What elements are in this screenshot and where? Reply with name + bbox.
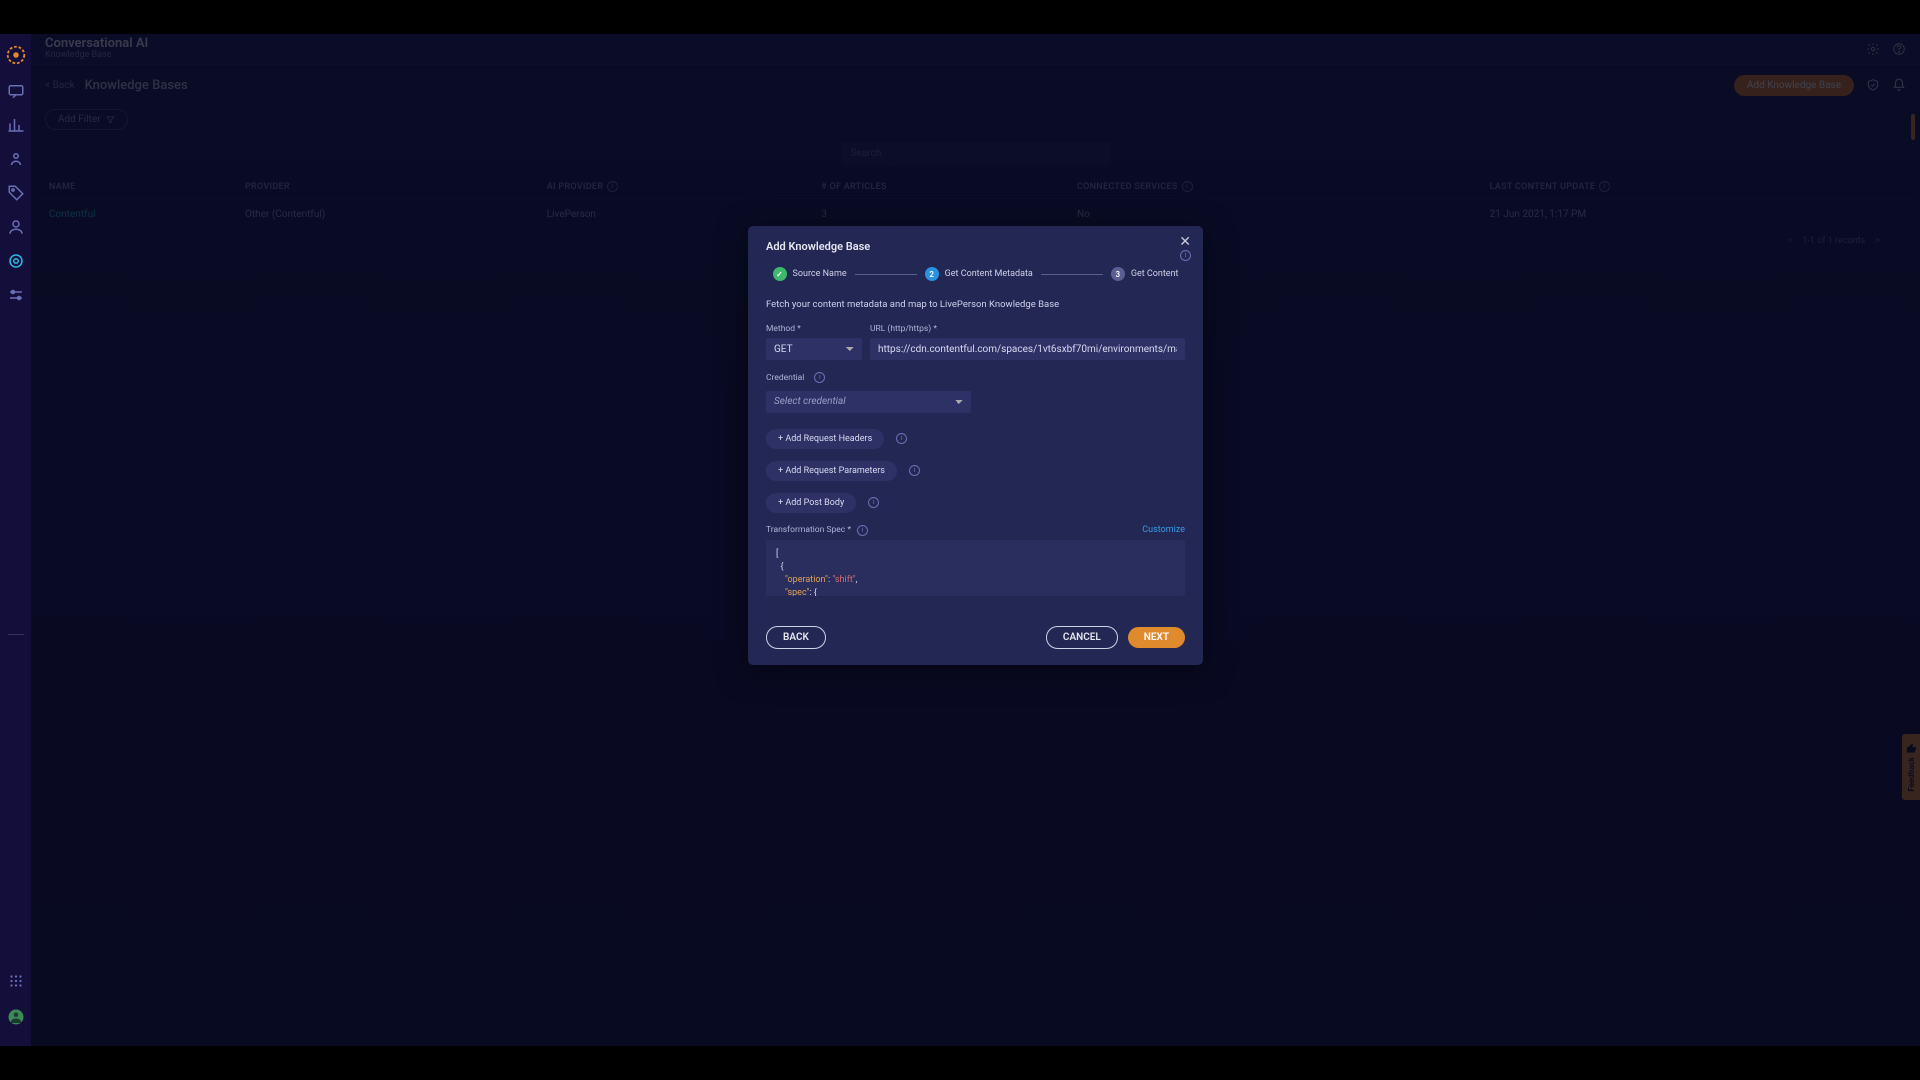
step-get-metadata: 2 Get Content Metadata [925,267,1033,281]
method-select[interactable]: GET [766,338,862,360]
url-input[interactable] [870,338,1185,360]
info-icon[interactable]: i [896,433,907,444]
modal-description: Fetch your content metadata and map to L… [766,299,1185,310]
wizard-stepper: ✓ Source Name 2 Get Content Metadata 3 G… [766,267,1185,281]
back-button[interactable]: BACK [766,626,826,649]
info-icon[interactable]: i [868,497,879,508]
close-icon[interactable]: ✕ [1179,234,1191,250]
transformation-spec-label: Transformation Spec * [766,525,851,535]
step-source-name: ✓ Source Name [773,267,847,281]
bot-icon[interactable] [7,150,25,168]
add-request-parameters-button[interactable]: + Add Request Parameters [766,461,897,481]
users-icon[interactable] [7,218,25,236]
modal-overlay: ✕ i Add Knowledge Base ✓ Source Name 2 G… [31,34,1920,1046]
avatar-icon[interactable] [7,1008,25,1026]
add-request-headers-button[interactable]: + Add Request Headers [766,429,884,449]
settings-sliders-icon[interactable] [7,286,25,304]
analytics-icon[interactable] [7,116,25,134]
left-sidebar [0,34,31,1046]
transformation-spec-code[interactable]: [ { "operation": "shift", "spec": { "ite… [766,540,1185,596]
brand-logo-icon [5,44,27,66]
chat-icon[interactable] [7,82,25,100]
step-get-content: 3 Get Content [1111,267,1179,281]
info-icon[interactable]: i [909,465,920,476]
tag-icon[interactable] [7,184,25,202]
customize-link[interactable]: Customize [1142,525,1185,535]
url-label: URL (http/https) * [870,324,1185,334]
info-icon[interactable]: i [857,525,868,536]
modal-info-icon[interactable]: i [1180,250,1191,261]
credential-label: Credential [766,373,804,383]
info-icon[interactable]: i [814,372,825,383]
modal-title: Add Knowledge Base [766,240,1185,253]
cancel-button[interactable]: CANCEL [1046,626,1118,649]
next-button[interactable]: NEXT [1128,627,1185,648]
apps-grid-icon[interactable] [7,972,25,990]
method-label: Method * [766,324,862,334]
credential-select[interactable]: Select credential [766,391,971,413]
add-kb-modal: ✕ i Add Knowledge Base ✓ Source Name 2 G… [748,226,1203,665]
check-icon: ✓ [773,267,787,281]
knowledge-icon[interactable] [7,252,25,270]
add-post-body-button[interactable]: + Add Post Body [766,493,856,513]
